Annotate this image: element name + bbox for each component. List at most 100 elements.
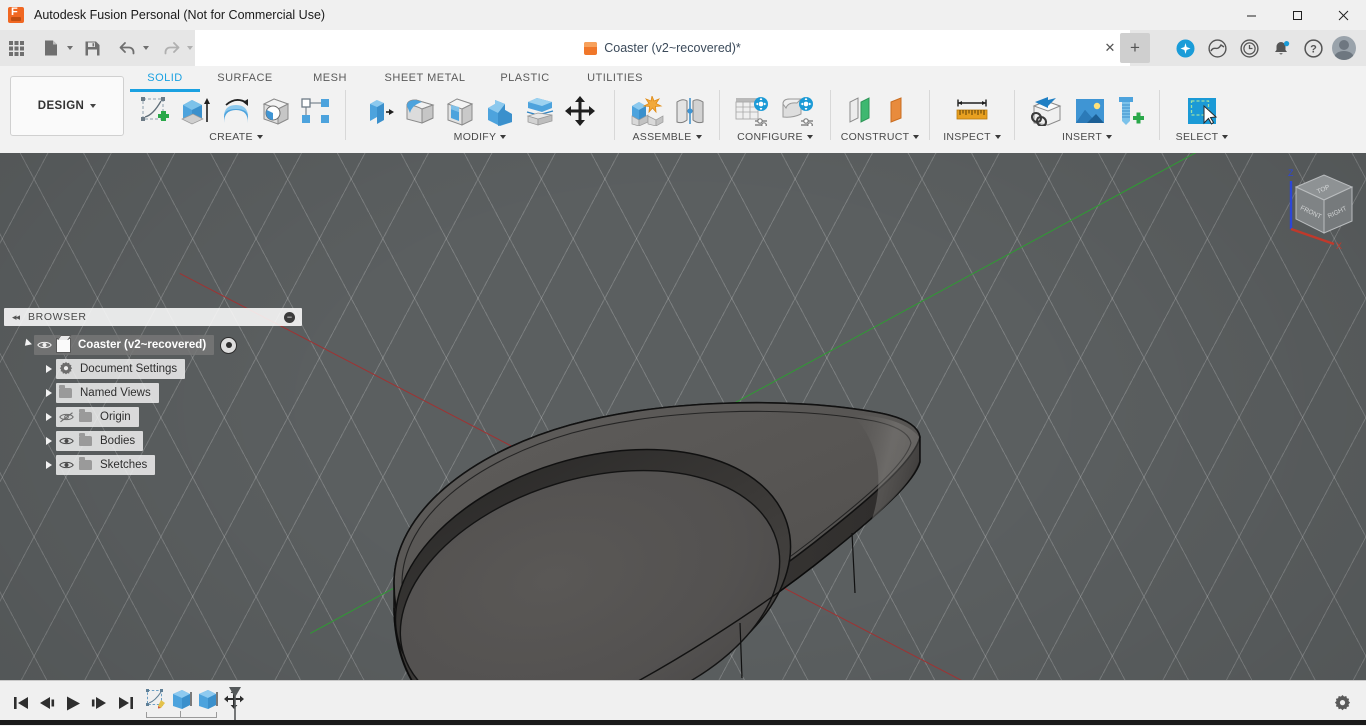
- go-to-beginning-icon[interactable]: [8, 690, 34, 716]
- folder-icon: [56, 385, 75, 398]
- visibility-eye-icon[interactable]: [56, 460, 76, 470]
- ribbon-group-modify-label[interactable]: MODIFY: [454, 131, 507, 143]
- ribbon-group-configure-label[interactable]: CONFIGURE: [737, 131, 813, 143]
- configure-feature-icon[interactable]: [775, 90, 821, 132]
- notifications-icon[interactable]: [1265, 32, 1297, 64]
- create-sketch-icon[interactable]: [136, 90, 176, 132]
- move-copy-icon[interactable]: [560, 90, 600, 132]
- timeline-extrude-2-icon[interactable]: [195, 687, 221, 711]
- tree-node-origin[interactable]: Origin: [4, 407, 304, 427]
- collapse-browser-icon[interactable]: ◂◂: [12, 312, 20, 323]
- new-component-icon[interactable]: [624, 90, 670, 132]
- chevron-down-icon: [1222, 135, 1229, 139]
- expand-toggle-icon[interactable]: [42, 386, 56, 400]
- workspace-selector[interactable]: DESIGN: [10, 76, 124, 136]
- step-backward-icon[interactable]: [34, 690, 60, 716]
- ribbon: DESIGN SOLID SURFACE MESH SHEET METAL PL…: [0, 66, 1366, 154]
- chevron-down-icon: [500, 135, 507, 139]
- tab-surface[interactable]: SURFACE: [200, 68, 290, 89]
- minimize-button[interactable]: [1228, 0, 1274, 30]
- view-cube[interactable]: Z X TOP FRONT RIGHT: [1274, 159, 1360, 251]
- canvas-image-icon[interactable]: [1070, 90, 1110, 132]
- press-pull-icon[interactable]: [360, 90, 400, 132]
- play-icon[interactable]: [60, 690, 86, 716]
- maximize-button[interactable]: [1274, 0, 1320, 30]
- ribbon-group-select-label[interactable]: SELECT: [1176, 131, 1229, 143]
- window-selection-icon[interactable]: [1179, 90, 1225, 132]
- document-tab[interactable]: Coaster (v2~recovered)*: [195, 30, 1130, 66]
- tab-mesh[interactable]: MESH: [290, 68, 370, 89]
- grid-menu-icon[interactable]: [1, 33, 31, 63]
- pattern-icon[interactable]: [296, 90, 336, 132]
- timeline-playhead[interactable]: [228, 687, 242, 721]
- visibility-eye-off-icon[interactable]: [56, 411, 76, 423]
- tab-plastic[interactable]: PLASTIC: [480, 68, 570, 89]
- ribbon-group-inspect-label[interactable]: INSPECT: [943, 131, 1001, 143]
- close-document-button[interactable]: ✕: [1102, 40, 1118, 56]
- expand-toggle-icon[interactable]: [42, 458, 56, 472]
- step-forward-icon[interactable]: [86, 690, 112, 716]
- offset-plane-icon[interactable]: [840, 90, 880, 132]
- ribbon-group-create-label[interactable]: CREATE: [209, 131, 263, 143]
- tab-utilities[interactable]: UTILITIES: [570, 68, 660, 89]
- measure-icon[interactable]: [949, 90, 995, 132]
- component-cube-icon: [54, 337, 73, 353]
- tab-sheet-metal-label: SHEET METAL: [384, 72, 466, 84]
- help-icon[interactable]: ?: [1297, 32, 1329, 64]
- plane-at-angle-icon[interactable]: [880, 90, 920, 132]
- go-to-end-icon[interactable]: [112, 690, 138, 716]
- insert-mcmaster-part-icon[interactable]: [1110, 90, 1150, 132]
- timeline-sketch-icon[interactable]: [143, 687, 169, 711]
- window-controls: [1228, 0, 1366, 30]
- configuration-table-icon[interactable]: [729, 90, 775, 132]
- redo-button[interactable]: [152, 33, 196, 63]
- expand-toggle-icon[interactable]: [42, 410, 56, 424]
- sweep-icon[interactable]: [256, 90, 296, 132]
- close-button[interactable]: [1320, 0, 1366, 30]
- tree-node-document-settings[interactable]: Document Settings: [4, 359, 304, 379]
- tree-node-sketches[interactable]: Sketches: [4, 455, 304, 475]
- undo-button[interactable]: [108, 33, 152, 63]
- folder-icon: [76, 457, 95, 470]
- joint-icon[interactable]: [670, 90, 710, 132]
- ribbon-group-insert-label[interactable]: INSERT: [1062, 131, 1113, 143]
- tree-node-bodies[interactable]: Bodies: [4, 431, 304, 451]
- expand-toggle-icon[interactable]: [42, 434, 56, 448]
- new-tab-button[interactable]: +: [1120, 33, 1150, 63]
- tab-sheet-metal[interactable]: SHEET METAL: [370, 68, 480, 89]
- tree-node-label: Bodies: [100, 435, 136, 447]
- activate-component-radio[interactable]: [220, 336, 238, 354]
- 3d-viewport[interactable]: ◂◂ BROWSER − Coaster (v2~recovered) Docu…: [0, 153, 1366, 680]
- timeline-settings-gear-icon[interactable]: [1332, 693, 1352, 713]
- file-icon: [36, 33, 66, 63]
- window-title: Autodesk Fusion Personal (Not for Commer…: [34, 8, 326, 22]
- tree-node-named-views[interactable]: Named Views: [4, 383, 304, 403]
- visibility-eye-icon[interactable]: [34, 340, 54, 350]
- data-panel-icon[interactable]: [1201, 32, 1233, 64]
- browser-header[interactable]: ◂◂ BROWSER −: [4, 308, 302, 326]
- split-body-icon[interactable]: [520, 90, 560, 132]
- ribbon-group-assemble-label[interactable]: ASSEMBLE: [632, 131, 702, 143]
- insert-derive-icon[interactable]: [1024, 90, 1070, 132]
- fillet-icon[interactable]: [400, 90, 440, 132]
- construct-label-text: CONSTRUCT: [840, 131, 910, 143]
- tree-node-coaster[interactable]: Coaster (v2~recovered): [4, 335, 304, 355]
- browser-minimize-icon[interactable]: −: [284, 311, 295, 323]
- shell-icon[interactable]: [440, 90, 480, 132]
- visibility-eye-icon[interactable]: [56, 436, 76, 446]
- revolve-icon[interactable]: [216, 90, 256, 132]
- tab-plastic-label: PLASTIC: [500, 72, 550, 84]
- job-status-icon[interactable]: [1233, 32, 1265, 64]
- ribbon-group-construct-label[interactable]: CONSTRUCT: [841, 131, 920, 143]
- expand-toggle-icon[interactable]: [42, 362, 56, 376]
- timeline-extrude-icon[interactable]: [169, 687, 195, 711]
- save-icon[interactable]: [77, 33, 107, 63]
- extrude-icon[interactable]: [176, 90, 216, 132]
- fusion-assistant-icon[interactable]: [1169, 32, 1201, 64]
- quick-access-bar: Coaster (v2~recovered)* ✕ + ?: [0, 30, 1366, 66]
- avatar[interactable]: [1332, 36, 1356, 60]
- combine-icon[interactable]: [480, 90, 520, 132]
- title-bar: Autodesk Fusion Personal (Not for Commer…: [0, 0, 1366, 30]
- new-file-button[interactable]: [32, 33, 76, 63]
- expand-toggle-icon[interactable]: [20, 338, 34, 352]
